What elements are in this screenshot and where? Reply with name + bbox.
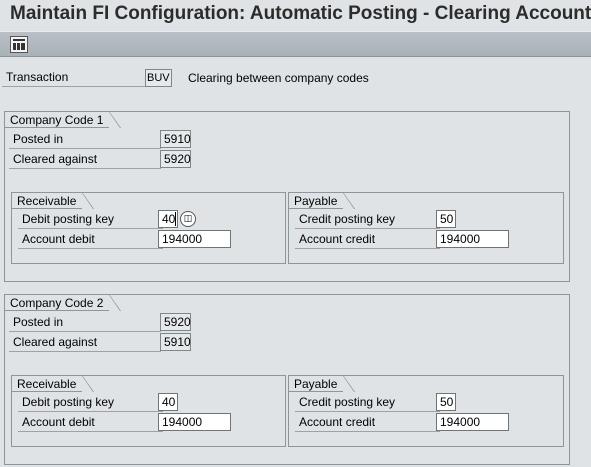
table-view-icon[interactable] <box>10 36 28 53</box>
receivable-group: Receivable Debit posting key 40 Account … <box>11 375 286 447</box>
payable-title: Payable <box>288 375 356 392</box>
credit-posting-key-field[interactable]: 50 <box>436 210 456 228</box>
payable-title: Payable <box>288 192 356 209</box>
credit-posting-key-label: Credit posting key <box>295 211 440 229</box>
transaction-label: Transaction <box>2 69 146 87</box>
cleared-against-label: Cleared against <box>9 334 161 352</box>
posted-in-label: Posted in <box>9 314 161 332</box>
payable-group: Payable Credit posting key 50 Account cr… <box>288 192 564 264</box>
debit-posting-key-field[interactable]: 40 <box>158 393 178 411</box>
receivable-title: Receivable <box>11 192 95 209</box>
receivable-group: Receivable Debit posting key 40 ◫ Accoun… <box>11 192 286 264</box>
account-credit-label: Account credit <box>295 414 440 432</box>
account-debit-field[interactable]: 194000 <box>158 413 231 431</box>
account-credit-field[interactable]: 194000 <box>436 230 509 248</box>
payable-group: Payable Credit posting key 50 Account cr… <box>288 375 564 447</box>
account-credit-field[interactable]: 194000 <box>436 413 509 431</box>
debit-posting-key-label: Debit posting key <box>18 394 163 412</box>
credit-posting-key-field[interactable]: 50 <box>436 393 456 411</box>
cleared-against-field[interactable]: 5920 <box>160 150 191 168</box>
company-code-2-group: Company Code 2 Posted in 5920 Cleared ag… <box>4 294 570 465</box>
receivable-title: Receivable <box>11 375 95 392</box>
text-cursor <box>175 212 176 226</box>
application-toolbar <box>0 31 591 57</box>
debit-posting-key-label: Debit posting key <box>18 211 163 229</box>
title-bar: Maintain FI Configuration: Automatic Pos… <box>0 0 591 30</box>
account-debit-label: Account debit <box>18 414 163 432</box>
value-help-icon[interactable]: ◫ <box>180 211 196 227</box>
posted-in-label: Posted in <box>9 131 161 149</box>
posted-in-field[interactable]: 5910 <box>160 130 191 148</box>
transaction-field[interactable]: BUV <box>145 69 172 87</box>
cleared-against-label: Cleared against <box>9 151 161 169</box>
cleared-against-field[interactable]: 5910 <box>160 333 191 351</box>
company-code-1-group: Company Code 1 Posted in 5910 Cleared ag… <box>4 111 570 282</box>
company-code-1-title: Company Code 1 <box>4 111 122 128</box>
account-debit-field[interactable]: 194000 <box>158 230 231 248</box>
transaction-description: Clearing between company codes <box>188 71 369 85</box>
account-debit-label: Account debit <box>18 231 163 249</box>
account-credit-label: Account credit <box>295 231 440 249</box>
company-code-2-title: Company Code 2 <box>4 294 122 311</box>
credit-posting-key-label: Credit posting key <box>295 394 440 412</box>
page-title: Maintain FI Configuration: Automatic Pos… <box>10 3 591 24</box>
posted-in-field[interactable]: 5920 <box>160 313 191 331</box>
